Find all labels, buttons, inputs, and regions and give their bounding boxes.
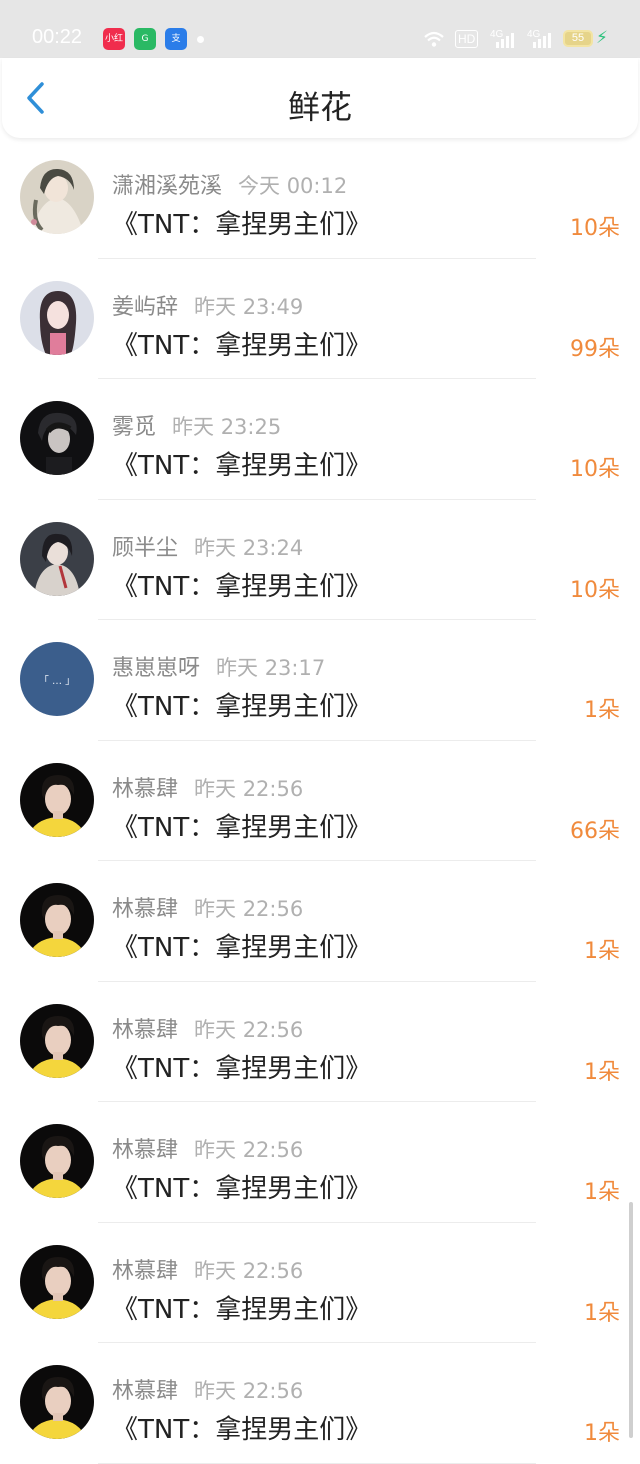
flower-count: 1朵 xyxy=(584,1300,620,1326)
item-time: 昨天 23:24 xyxy=(194,535,304,560)
item-header: 林慕肆 昨天 22:56 xyxy=(112,1012,303,1044)
user-name[interactable]: 林慕肆 xyxy=(112,897,178,922)
flower-count: 1朵 xyxy=(584,1421,620,1446)
charging-icon: ⚡ xyxy=(596,28,608,48)
item-time: 昨天 22:56 xyxy=(194,1138,304,1162)
book-title[interactable]: 《TNT：拿捏男主们》 xyxy=(112,686,371,723)
flower-count: 10朵 xyxy=(570,216,620,241)
avatar[interactable] xyxy=(20,521,94,596)
item-header: 林慕肆 昨天 22:56 xyxy=(112,1373,303,1405)
item-time: 今天 00:12 xyxy=(238,174,348,198)
flower-count: 1朵 xyxy=(584,939,620,964)
item-header: 潇湘溪苑溪 今天 00:12 xyxy=(112,168,347,200)
book-title[interactable]: 《TNT：拿捏男主们》 xyxy=(112,204,371,241)
status-bar: 00:22 小红书 G 支 HD 4G 4G 55 ⚡ xyxy=(0,0,640,58)
avatar[interactable] xyxy=(20,1244,94,1319)
book-title[interactable]: 《TNT：拿捏男主们》 xyxy=(112,1048,371,1085)
signal-icon-2 xyxy=(533,33,551,48)
list-item[interactable]: 林慕肆 昨天 22:56 《TNT：拿捏男主们》 1朵 xyxy=(0,1223,640,1343)
item-time: 昨天 23:25 xyxy=(172,415,282,439)
item-header: 林慕肆 昨天 22:56 xyxy=(112,1253,303,1285)
flower-count: 99朵 xyxy=(570,336,620,362)
list-item[interactable]: 林慕肆 昨天 22:56 《TNT：拿捏男主们》 1朵 xyxy=(0,1102,640,1223)
avatar[interactable] xyxy=(20,160,94,234)
book-title[interactable]: 《TNT：拿捏男主们》 xyxy=(112,325,371,362)
user-name[interactable]: 林慕肆 xyxy=(112,777,178,802)
flower-count: 1朵 xyxy=(584,1180,620,1205)
user-name[interactable]: 林慕肆 xyxy=(112,1138,178,1163)
user-name[interactable]: 林慕肆 xyxy=(112,1379,178,1404)
avatar[interactable] xyxy=(20,1124,94,1198)
item-time: 昨天 22:56 xyxy=(194,776,304,801)
item-time: 昨天 23:49 xyxy=(194,294,304,319)
list-item[interactable]: 姜屿辞 昨天 23:49 《TNT：拿捏男主们》 99朵 xyxy=(0,259,640,379)
battery-icon: 55 xyxy=(563,30,593,47)
user-name[interactable]: 雾觅 xyxy=(112,415,156,440)
item-time: 昨天 22:56 xyxy=(194,897,304,921)
item-header: 雾觅 昨天 23:25 xyxy=(112,409,281,441)
notification-dot xyxy=(197,36,204,43)
list-item[interactable]: 林慕肆 昨天 22:56 《TNT：拿捏男主们》 1朵 xyxy=(0,1343,640,1464)
user-name[interactable]: 姜屿辞 xyxy=(112,295,178,320)
scrollbar[interactable] xyxy=(629,1202,633,1438)
page-title: 鲜花 xyxy=(287,88,352,126)
avatar[interactable] xyxy=(20,762,94,837)
avatar[interactable] xyxy=(20,1003,94,1078)
list-item[interactable]: 「 … 」 惠崽崽呀 昨天 23:17 《TNT：拿捏男主们》 1朵 xyxy=(0,620,640,741)
user-name[interactable]: 林慕肆 xyxy=(112,1259,178,1284)
book-title[interactable]: 《TNT：拿捏男主们》 xyxy=(112,807,371,844)
item-header: 姜屿辞 昨天 23:49 xyxy=(112,289,303,321)
book-title[interactable]: 《TNT：拿捏男主们》 xyxy=(112,566,371,603)
user-name[interactable]: 林慕肆 xyxy=(112,1018,178,1043)
user-name[interactable]: 顾半尘 xyxy=(112,536,178,561)
signal-icon-1 xyxy=(496,33,514,48)
list-item[interactable]: 林慕肆 昨天 22:56 《TNT：拿捏男主们》 66朵 xyxy=(0,741,640,861)
list-item[interactable]: 顾半尘 昨天 23:24 《TNT：拿捏男主们》 10朵 xyxy=(0,500,640,620)
book-title[interactable]: 《TNT：拿捏男主们》 xyxy=(112,445,371,482)
item-time: 昨天 22:56 xyxy=(194,1258,304,1283)
avatar[interactable] xyxy=(20,1365,94,1439)
divider xyxy=(98,1462,536,1464)
list-item[interactable]: 林慕肆 昨天 22:56 《TNT：拿捏男主们》 1朵 xyxy=(0,982,640,1102)
item-header: 林慕肆 昨天 22:56 xyxy=(112,771,303,803)
flower-count: 10朵 xyxy=(570,457,620,482)
flower-count: 66朵 xyxy=(570,818,620,844)
hd-badge: HD xyxy=(455,30,479,48)
blue-app-icon: 支 xyxy=(165,28,187,50)
book-title[interactable]: 《TNT：拿捏男主们》 xyxy=(112,1409,371,1446)
user-name[interactable]: 惠崽崽呀 xyxy=(112,656,200,681)
green-app-icon: G xyxy=(134,28,156,50)
status-time: 00:22 xyxy=(32,26,83,48)
book-title[interactable]: 《TNT：拿捏男主们》 xyxy=(112,1289,371,1326)
avatar[interactable] xyxy=(20,401,94,475)
item-header: 林慕肆 昨天 22:56 xyxy=(112,891,303,923)
item-time: 昨天 22:56 xyxy=(194,1379,304,1403)
flower-count: 1朵 xyxy=(584,698,620,723)
book-title[interactable]: 《TNT：拿捏男主们》 xyxy=(112,927,371,964)
item-header: 林慕肆 昨天 22:56 xyxy=(112,1132,303,1164)
user-name[interactable]: 潇湘溪苑溪 xyxy=(112,174,222,199)
avatar[interactable]: 「 … 」 xyxy=(20,642,94,716)
list-item[interactable]: 林慕肆 昨天 22:56 《TNT：拿捏男主们》 1朵 xyxy=(0,861,640,982)
nav-bar: 鲜花 xyxy=(2,58,638,138)
item-header: 惠崽崽呀 昨天 23:17 xyxy=(112,650,325,682)
flower-count: 10朵 xyxy=(570,577,620,603)
list-item[interactable]: 潇湘溪苑溪 今天 00:12 《TNT：拿捏男主们》 10朵 xyxy=(0,138,640,259)
list-item[interactable]: 雾觅 昨天 23:25 《TNT：拿捏男主们》 10朵 xyxy=(0,379,640,500)
svg-text:「 … 」: 「 … 」 xyxy=(39,675,75,687)
book-title[interactable]: 《TNT：拿捏男主们》 xyxy=(112,1168,371,1205)
item-time: 昨天 23:17 xyxy=(216,656,326,680)
avatar[interactable] xyxy=(20,280,94,355)
xiaohongshu-app-icon: 小红书 xyxy=(103,28,125,50)
item-header: 顾半尘 昨天 23:24 xyxy=(112,530,303,562)
avatar[interactable] xyxy=(20,883,94,957)
wifi-icon xyxy=(424,31,444,47)
flower-count: 1朵 xyxy=(584,1059,620,1085)
item-time: 昨天 22:56 xyxy=(194,1017,304,1042)
flower-list: 潇湘溪苑溪 今天 00:12 《TNT：拿捏男主们》 10朵 姜屿辞 昨天 23:49 《T… xyxy=(0,138,640,1464)
